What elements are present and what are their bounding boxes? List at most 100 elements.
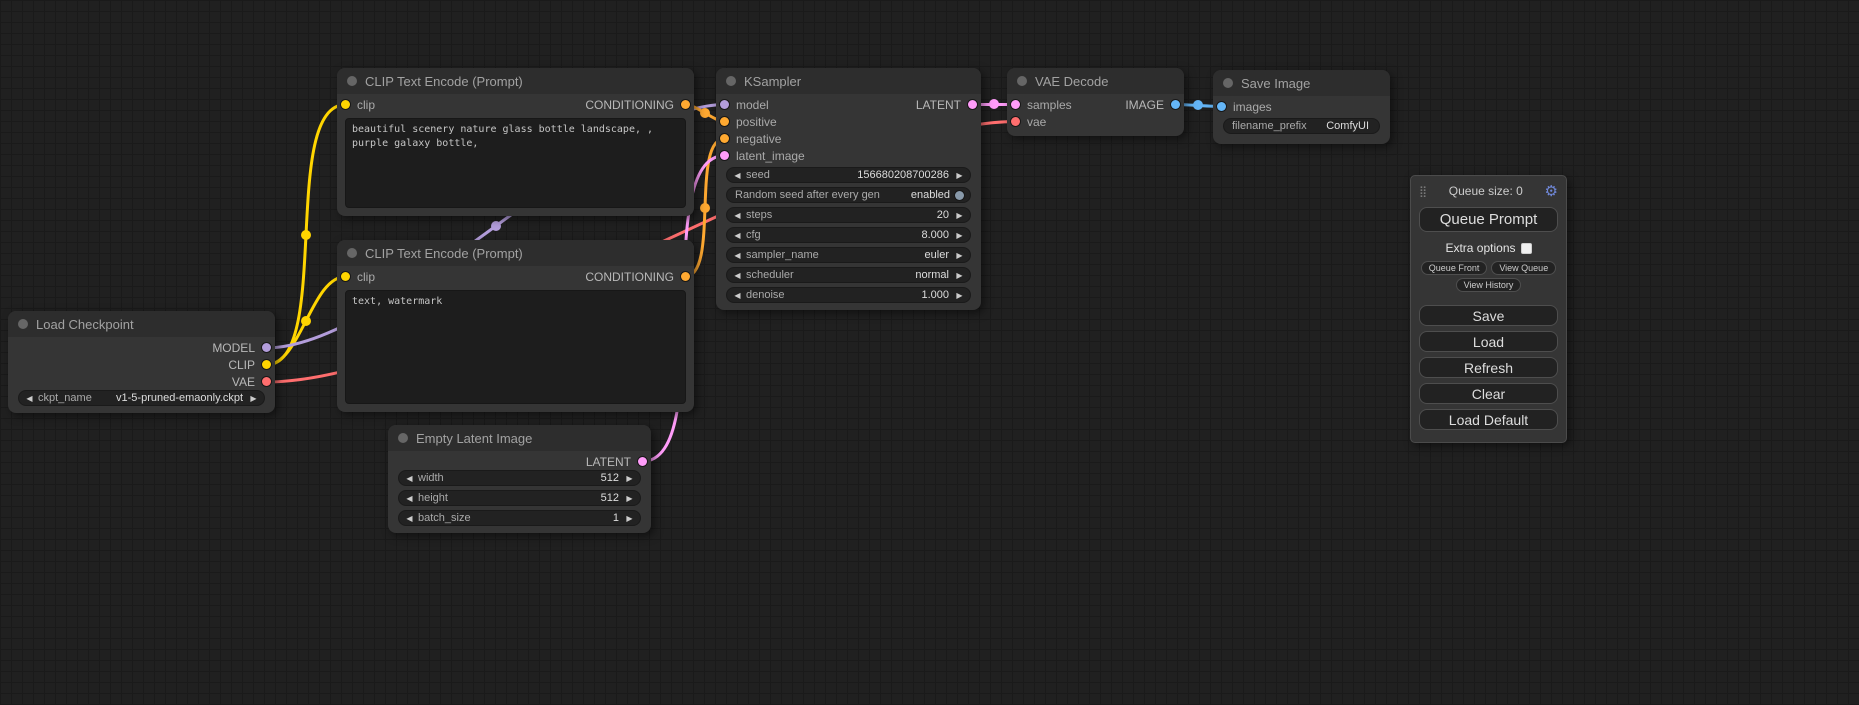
view-history-button[interactable]: View History xyxy=(1456,278,1522,292)
decrement-arrow-icon[interactable]: ◀ xyxy=(732,251,743,260)
increment-arrow-icon[interactable]: ▶ xyxy=(248,394,259,403)
node-title-bar[interactable]: KSampler xyxy=(716,68,981,94)
link-midpoint-dot xyxy=(301,230,311,240)
save-button[interactable]: Save xyxy=(1419,305,1558,326)
sampler-name-widget[interactable]: ◀ sampler_name euler ▶ xyxy=(726,247,971,263)
queue-prompt-button[interactable]: Queue Prompt xyxy=(1419,207,1558,232)
node-title: Load Checkpoint xyxy=(36,317,134,332)
positive-prompt-textarea[interactable]: beautiful scenery nature glass bottle la… xyxy=(345,118,686,208)
conditioning-output-port[interactable] xyxy=(681,100,690,109)
clip-input-port[interactable] xyxy=(341,272,350,281)
node-empty-latent-image[interactable]: Empty Latent Image LATENT ◀ width 512 ▶ … xyxy=(388,425,651,533)
clip-output-port[interactable] xyxy=(262,360,271,369)
clear-button[interactable]: Clear xyxy=(1419,383,1558,404)
decrement-arrow-icon[interactable]: ◀ xyxy=(732,211,743,220)
decrement-arrow-icon[interactable]: ◀ xyxy=(404,514,415,523)
collapse-dot-icon[interactable] xyxy=(347,248,357,258)
comfyui-canvas[interactable]: { "icons": { "dec_arrow": "◀", "inc_arro… xyxy=(0,0,1859,705)
image-output-port[interactable] xyxy=(1171,100,1180,109)
node-title-bar[interactable]: Save Image xyxy=(1213,70,1390,96)
queue-size-label: Queue size: 0 xyxy=(1449,184,1523,198)
filename-prefix-widget[interactable]: filename_prefix ComfyUI xyxy=(1223,118,1380,134)
positive-input-port[interactable] xyxy=(720,117,729,126)
collapse-dot-icon[interactable] xyxy=(347,76,357,86)
conditioning-output-port[interactable] xyxy=(681,272,690,281)
random-seed-toggle[interactable]: Random seed after every gen enabled xyxy=(726,187,971,203)
model-input-port[interactable] xyxy=(720,100,729,109)
extra-options-label: Extra options xyxy=(1445,241,1515,255)
increment-arrow-icon[interactable]: ▶ xyxy=(954,291,965,300)
decrement-arrow-icon[interactable]: ◀ xyxy=(732,291,743,300)
decrement-arrow-icon[interactable]: ◀ xyxy=(732,271,743,280)
widget-label: seed xyxy=(746,169,770,181)
slot-label-latent-image: latent_image xyxy=(736,149,805,163)
increment-arrow-icon[interactable]: ▶ xyxy=(954,271,965,280)
extra-options-checkbox[interactable] xyxy=(1521,243,1532,254)
decrement-arrow-icon[interactable]: ◀ xyxy=(404,494,415,503)
menu-drag-handle-icon[interactable]: ⣿ xyxy=(1419,185,1427,198)
latent-image-input-port[interactable] xyxy=(720,151,729,160)
negative-prompt-textarea[interactable]: text, watermark xyxy=(345,290,686,404)
latent-output-port[interactable] xyxy=(638,457,647,466)
steps-widget[interactable]: ◀ steps 20 ▶ xyxy=(726,207,971,223)
scheduler-widget[interactable]: ◀ scheduler normal ▶ xyxy=(726,267,971,283)
refresh-button[interactable]: Refresh xyxy=(1419,357,1558,378)
widget-value: 512 xyxy=(601,492,619,504)
seed-widget[interactable]: ◀ seed 156680208700286 ▶ xyxy=(726,167,971,183)
decrement-arrow-icon[interactable]: ◀ xyxy=(732,231,743,240)
negative-input-port[interactable] xyxy=(720,134,729,143)
increment-arrow-icon[interactable]: ▶ xyxy=(954,171,965,180)
increment-arrow-icon[interactable]: ▶ xyxy=(624,494,635,503)
node-title-bar[interactable]: VAE Decode xyxy=(1007,68,1184,94)
queue-front-button[interactable]: Queue Front xyxy=(1421,261,1488,275)
increment-arrow-icon[interactable]: ▶ xyxy=(954,251,965,260)
node-title-bar[interactable]: CLIP Text Encode (Prompt) xyxy=(337,68,694,94)
widget-value: 1 xyxy=(613,512,619,524)
collapse-dot-icon[interactable] xyxy=(398,433,408,443)
node-vae-decode[interactable]: VAE Decode samples IMAGE vae xyxy=(1007,68,1184,136)
collapse-dot-icon[interactable] xyxy=(1017,76,1027,86)
increment-arrow-icon[interactable]: ▶ xyxy=(954,231,965,240)
node-clip-text-encode-negative[interactable]: CLIP Text Encode (Prompt) clip CONDITION… xyxy=(337,240,694,412)
node-title-bar[interactable]: Load Checkpoint xyxy=(8,311,275,337)
link-clip-to-positive-clip xyxy=(266,105,346,366)
height-widget[interactable]: ◀ height 512 ▶ xyxy=(398,490,641,506)
comfy-menu-panel[interactable]: ⣿ Queue size: 0 ⚙ Queue Prompt Extra opt… xyxy=(1410,175,1567,443)
decrement-arrow-icon[interactable]: ◀ xyxy=(24,394,35,403)
width-widget[interactable]: ◀ width 512 ▶ xyxy=(398,470,641,486)
node-clip-text-encode-positive[interactable]: CLIP Text Encode (Prompt) clip CONDITION… xyxy=(337,68,694,216)
collapse-dot-icon[interactable] xyxy=(18,319,28,329)
increment-arrow-icon[interactable]: ▶ xyxy=(954,211,965,220)
node-title-bar[interactable]: Empty Latent Image xyxy=(388,425,651,451)
load-default-button[interactable]: Load Default xyxy=(1419,409,1558,430)
node-ksampler[interactable]: KSampler model LATENT positive negative xyxy=(716,68,981,310)
denoise-widget[interactable]: ◀ denoise 1.000 ▶ xyxy=(726,287,971,303)
vae-input-port[interactable] xyxy=(1011,117,1020,126)
load-button[interactable]: Load xyxy=(1419,331,1558,352)
cfg-widget[interactable]: ◀ cfg 8.000 ▶ xyxy=(726,227,971,243)
vae-output-port[interactable] xyxy=(262,377,271,386)
latent-output-port[interactable] xyxy=(968,100,977,109)
link-midpoint-dot xyxy=(700,108,710,118)
images-input-port[interactable] xyxy=(1217,102,1226,111)
node-title-bar[interactable]: CLIP Text Encode (Prompt) xyxy=(337,240,694,266)
batch-size-widget[interactable]: ◀ batch_size 1 ▶ xyxy=(398,510,641,526)
node-save-image[interactable]: Save Image images filename_prefix ComfyU… xyxy=(1213,70,1390,144)
decrement-arrow-icon[interactable]: ◀ xyxy=(732,171,743,180)
toggle-indicator-icon[interactable] xyxy=(955,191,964,200)
decrement-arrow-icon[interactable]: ◀ xyxy=(404,474,415,483)
view-queue-button[interactable]: View Queue xyxy=(1491,261,1556,275)
increment-arrow-icon[interactable]: ▶ xyxy=(624,514,635,523)
slot-label-positive: positive xyxy=(736,115,777,129)
slot-label-latent: LATENT xyxy=(586,455,631,469)
node-load-checkpoint[interactable]: Load Checkpoint MODEL CLIP VAE ◀ ckpt_na… xyxy=(8,311,275,413)
increment-arrow-icon[interactable]: ▶ xyxy=(624,474,635,483)
settings-gear-icon[interactable]: ⚙ xyxy=(1545,182,1558,200)
collapse-dot-icon[interactable] xyxy=(726,76,736,86)
link-midpoint-dot xyxy=(700,203,710,213)
collapse-dot-icon[interactable] xyxy=(1223,78,1233,88)
samples-input-port[interactable] xyxy=(1011,100,1020,109)
ckpt-name-widget[interactable]: ◀ ckpt_name v1-5-pruned-emaonly.ckpt ▶ xyxy=(18,390,265,406)
model-output-port[interactable] xyxy=(262,343,271,352)
clip-input-port[interactable] xyxy=(341,100,350,109)
